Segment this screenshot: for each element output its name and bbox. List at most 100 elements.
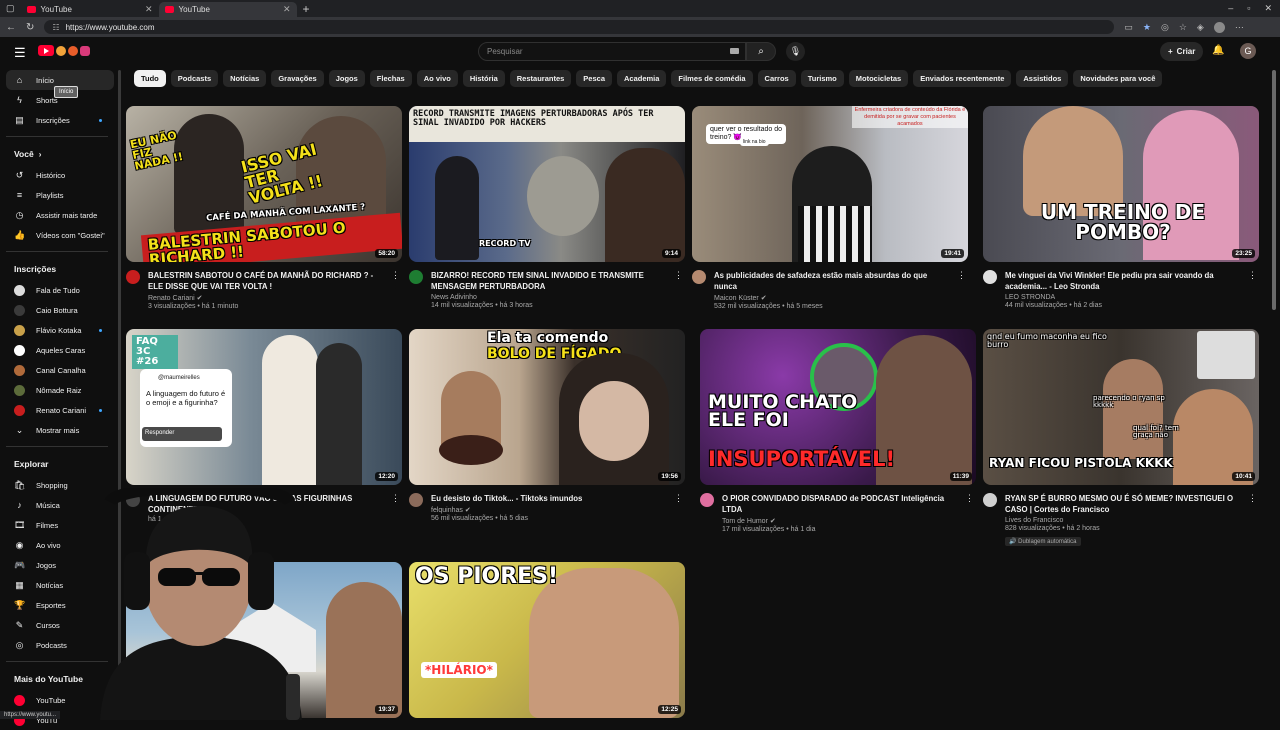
video-thumbnail[interactable]: Ela ta comendo BOLO DE FÍGADO 19:56 (409, 329, 685, 485)
filter-chip[interactable]: Motocicletas (848, 70, 909, 87)
video-title[interactable]: BIZARRO! RECORD TEM SINAL INVADIDO E TRA… (431, 270, 666, 292)
filter-chip[interactable]: Restaurantes (509, 70, 572, 87)
video-thumbnail[interactable]: EU NÃO FIZ NADA !! ISSO VAI TER VOLTA !!… (126, 106, 402, 262)
minimize-icon[interactable]: – (1228, 3, 1233, 14)
filter-chip[interactable]: Tudo (134, 70, 166, 87)
filter-chip[interactable]: Novidades para você (1073, 70, 1163, 87)
sidebar-item-liked-videos[interactable]: 👍 Vídeos com "Gostei" (6, 225, 114, 245)
browser-tab-2[interactable]: YouTube ✕ (158, 2, 297, 17)
more-options-icon[interactable]: ⋮ (1248, 270, 1257, 281)
video-card[interactable]: EU NÃO FIZ NADA !! ISSO VAI TER VOLTA !!… (126, 106, 402, 310)
more-options-icon[interactable]: ⋮ (391, 493, 400, 504)
shield-icon[interactable]: ◈ (1197, 22, 1204, 33)
filter-chip[interactable]: Pesca (576, 70, 612, 87)
channel-avatar[interactable] (700, 493, 714, 507)
sidebar-you-heading[interactable]: Você › (6, 143, 114, 165)
favorites-icon[interactable]: ☆ (1179, 22, 1187, 33)
sidebar-subscription-item[interactable]: Nômade Raiz (6, 380, 114, 400)
notifications-bell-icon[interactable]: 🔔 (1212, 45, 1224, 56)
video-thumbnail[interactable]: FAQ 3C #26 @maumeirelles A linguagem do … (126, 329, 402, 485)
close-icon[interactable]: ✕ (145, 4, 153, 15)
create-button[interactable]: + Criar (1160, 42, 1204, 61)
video-thumbnail[interactable]: OS PIORES! *HILÁRIO* 12:25 (409, 562, 685, 718)
reload-icon[interactable]: ↻ (26, 22, 34, 33)
filter-chip[interactable]: Assistidos (1016, 70, 1069, 87)
video-title[interactable]: O PIOR CONVIDADO DISPARADO de PODCAST In… (722, 493, 957, 515)
search-input[interactable] (487, 47, 727, 56)
sidebar-item-show-more[interactable]: ⌄ Mostrar mais (6, 420, 114, 440)
filter-chip[interactable]: Turismo (800, 70, 844, 87)
filter-chip[interactable]: Jogos (328, 70, 365, 87)
cast-icon[interactable]: ▭ (1124, 22, 1133, 33)
sidebar-item-playlists[interactable]: ≡ Playlists (6, 185, 114, 205)
video-thumbnail[interactable]: RECORD TRANSMITE IMAGENS PERTURBADORAS A… (409, 106, 685, 262)
sidebar-subscription-item[interactable]: Flávio Kotaka (6, 320, 114, 340)
sidebar-subscription-item[interactable]: Canal Canalha (6, 360, 114, 380)
more-options-icon[interactable]: ⋮ (965, 493, 974, 504)
video-title[interactable]: RYAN SP É BURRO MESMO OU É SÓ MEME? INVE… (1005, 493, 1240, 515)
channel-name[interactable]: Maicon Küster ✔ (714, 294, 949, 302)
filter-chip[interactable]: Filmes de comédia (671, 70, 753, 87)
filter-chip[interactable]: Gravações (271, 70, 324, 87)
sidebar-subscription-item[interactable]: Fala de Tudo (6, 280, 114, 300)
page-scrollbar[interactable] (1272, 70, 1276, 310)
video-card[interactable]: OS PIORES! *HILÁRIO* 12:25 (409, 562, 685, 718)
channel-avatar[interactable] (983, 493, 997, 507)
channel-avatar[interactable] (409, 270, 423, 284)
new-tab-icon[interactable]: + (303, 2, 310, 16)
filter-chip[interactable]: Carros (757, 70, 796, 87)
video-thumbnail[interactable]: MUITO CHATO ELE FOI INSUPORTÁVEL! 11:39 (700, 329, 976, 485)
browser-tab-1[interactable]: YouTube ✕ (21, 2, 159, 17)
tab-list-icon[interactable]: ▢ (0, 3, 21, 14)
close-window-icon[interactable]: ✕ (1264, 3, 1272, 14)
menu-dots-icon[interactable]: ⋯ (1235, 22, 1244, 33)
filter-chip[interactable]: Academia (616, 70, 667, 87)
sidebar-item-subscriptions[interactable]: ▤ Inscrições (6, 110, 114, 130)
more-options-icon[interactable]: ⋮ (1248, 493, 1257, 504)
sidebar-item-watch-later[interactable]: ◷ Assistir mais tarde (6, 205, 114, 225)
channel-avatar[interactable] (126, 270, 140, 284)
filter-chip[interactable]: Notícias (223, 70, 267, 87)
video-thumbnail[interactable]: quer ver o resultado do treino? 😈 link n… (692, 106, 968, 262)
channel-avatar[interactable] (692, 270, 706, 284)
channel-name[interactable]: felquinhas ✔ (431, 506, 666, 514)
channel-name[interactable]: News Adivinho (431, 294, 666, 301)
sidebar-subscription-item[interactable]: Renato Cariani (6, 400, 114, 420)
video-card[interactable]: Ela ta comendo BOLO DE FÍGADO 19:56 Eu d… (409, 329, 685, 522)
back-icon[interactable]: ← (6, 22, 16, 33)
extension-icon[interactable]: ◎ (1161, 22, 1169, 33)
video-title[interactable]: BALESTRIN SABOTOU O CAFÉ DA MANHÃ DO RIC… (148, 270, 383, 292)
video-title[interactable]: As publicidades de safadeza estão mais a… (714, 270, 949, 292)
profile-avatar-icon[interactable] (1213, 21, 1225, 33)
more-options-icon[interactable]: ⋮ (957, 270, 966, 281)
keyboard-icon[interactable] (730, 48, 739, 54)
channel-name[interactable]: Lives do Francisco (1005, 517, 1240, 524)
video-thumbnail[interactable]: qnd eu fumo maconha eu fico burro parece… (983, 329, 1259, 485)
close-icon[interactable]: ✕ (283, 4, 291, 15)
video-title[interactable]: Eu desisto do Tiktok... - Tiktoks imundo… (431, 493, 666, 504)
site-info-icon[interactable]: ☷ (52, 23, 59, 32)
maximize-icon[interactable]: ▫ (1247, 3, 1250, 14)
video-card[interactable]: UM TREINO DE POMBO? 23:25 Me vinguei da … (983, 106, 1259, 309)
video-card[interactable]: quer ver o resultado do treino? 😈 link n… (692, 106, 968, 310)
voice-search-button[interactable]: 🎙 (786, 42, 805, 61)
video-card[interactable]: RECORD TRANSMITE IMAGENS PERTURBADORAS A… (409, 106, 685, 309)
sidebar-subscription-item[interactable]: Caio Bottura (6, 300, 114, 320)
video-card[interactable]: qnd eu fumo maconha eu fico burro parece… (983, 329, 1259, 546)
more-options-icon[interactable]: ⋮ (391, 270, 400, 281)
video-card[interactable]: MUITO CHATO ELE FOI INSUPORTÁVEL! 11:39 … (700, 329, 976, 533)
channel-name[interactable]: Renato Cariani ✔ (148, 294, 383, 302)
filter-chip[interactable]: Enviados recentemente (913, 70, 1012, 87)
youtube-doodle-logo[interactable] (38, 45, 90, 56)
address-bar[interactable]: ☷ https://www.youtube.com (44, 20, 1115, 34)
bookmark-star-icon[interactable]: ★ (1143, 22, 1151, 33)
sidebar-item-history[interactable]: ↺ Histórico (6, 165, 114, 185)
filter-chip[interactable]: História (462, 70, 505, 87)
hamburger-menu-icon[interactable]: ☰ (14, 45, 26, 61)
channel-name[interactable]: Tom de Humor ✔ (722, 517, 957, 525)
sidebar-subscription-item[interactable]: Aqueles Caras (6, 340, 114, 360)
more-options-icon[interactable]: ⋮ (674, 270, 683, 281)
filter-chip[interactable]: Flechas (369, 70, 412, 87)
filter-chip[interactable]: Ao vivo (416, 70, 458, 87)
filter-chip[interactable]: Podcasts (170, 70, 219, 87)
